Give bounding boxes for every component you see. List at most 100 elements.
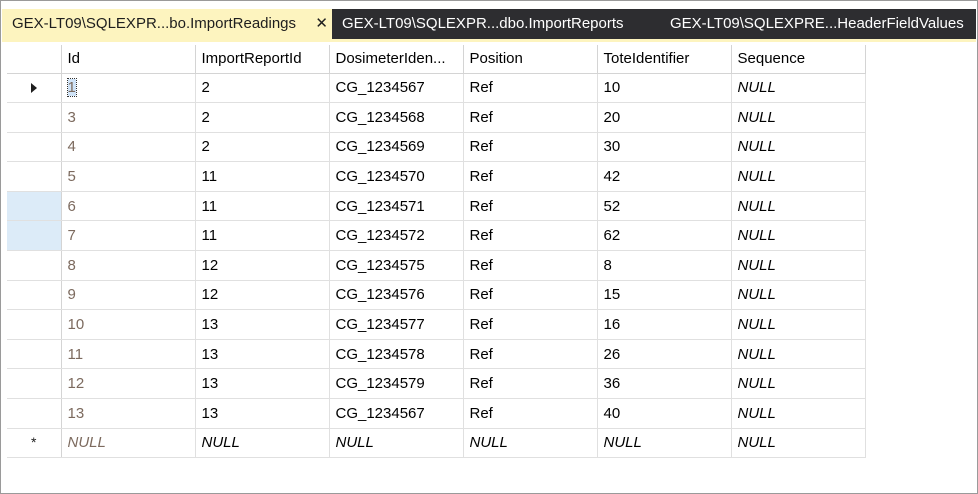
new-cell-import-report-id[interactable]: NULL bbox=[195, 428, 330, 459]
cell-position[interactable]: Ref bbox=[463, 73, 598, 104]
cell-position[interactable]: Ref bbox=[463, 368, 598, 400]
cell-tote-identifier[interactable]: 42 bbox=[597, 161, 732, 192]
cell-import-report-id[interactable]: 13 bbox=[195, 309, 330, 340]
cell-position[interactable]: Ref bbox=[463, 132, 598, 163]
new-cell-position[interactable]: NULL bbox=[463, 428, 598, 459]
cell-position[interactable]: Ref bbox=[463, 339, 598, 370]
table-row[interactable]: 5 11 CG_1234570 Ref 42 NULL bbox=[7, 161, 866, 192]
cell-tote-identifier[interactable]: 16 bbox=[597, 309, 732, 340]
cell-dosimeter-identifier[interactable]: CG_1234567 bbox=[329, 73, 464, 104]
table-row[interactable]: 7 11 CG_1234572 Ref 62 NULL bbox=[7, 220, 866, 252]
cell-tote-identifier[interactable]: 20 bbox=[597, 102, 732, 133]
tab-import-reports[interactable]: GEX-LT09\SQLEXPR...dbo.ImportReports bbox=[332, 9, 660, 39]
cell-dosimeter-identifier[interactable]: CG_1234578 bbox=[329, 339, 464, 370]
row-selector[interactable] bbox=[7, 220, 62, 252]
row-selector[interactable] bbox=[7, 102, 62, 133]
cell-dosimeter-identifier[interactable]: CG_1234579 bbox=[329, 368, 464, 400]
cell-tote-identifier[interactable]: 62 bbox=[597, 220, 732, 252]
cell-dosimeter-identifier[interactable]: CG_1234569 bbox=[329, 132, 464, 163]
row-selector[interactable] bbox=[7, 73, 62, 104]
row-selector[interactable] bbox=[7, 250, 62, 281]
row-selector[interactable] bbox=[7, 161, 62, 192]
cell-id[interactable]: 10 bbox=[61, 309, 196, 340]
tab-header-field-values[interactable]: GEX-LT09\SQLEXPRE...HeaderFieldValues bbox=[660, 9, 976, 39]
row-selector[interactable] bbox=[7, 339, 62, 370]
cell-sequence[interactable]: NULL bbox=[731, 102, 866, 133]
cell-import-report-id[interactable]: 13 bbox=[195, 398, 330, 429]
column-header-dosimeter-identifier[interactable]: DosimeterIden... bbox=[329, 45, 464, 74]
cell-id[interactable]: 4 bbox=[61, 132, 196, 163]
cell-id[interactable]: 7 bbox=[61, 220, 196, 252]
column-header-id[interactable]: Id bbox=[61, 45, 196, 74]
cell-position[interactable]: Ref bbox=[463, 398, 598, 429]
table-row[interactable]: 9 12 CG_1234576 Ref 15 NULL bbox=[7, 280, 866, 311]
cell-sequence[interactable]: NULL bbox=[731, 191, 866, 222]
cell-tote-identifier[interactable]: 40 bbox=[597, 398, 732, 429]
cell-dosimeter-identifier[interactable]: CG_1234575 bbox=[329, 250, 464, 281]
results-grid[interactable]: Id ImportReportId DosimeterIden... Posit… bbox=[7, 45, 866, 459]
row-selector[interactable] bbox=[7, 280, 62, 311]
column-header-position[interactable]: Position bbox=[463, 45, 598, 74]
cell-dosimeter-identifier[interactable]: CG_1234567 bbox=[329, 398, 464, 429]
cell-import-report-id[interactable]: 2 bbox=[195, 132, 330, 163]
cell-import-report-id[interactable]: 11 bbox=[195, 191, 330, 222]
cell-tote-identifier[interactable]: 52 bbox=[597, 191, 732, 222]
grid-corner[interactable] bbox=[7, 45, 62, 74]
row-selector[interactable] bbox=[7, 398, 62, 429]
new-row[interactable]: * NULL NULL NULL NULL NULL NULL bbox=[7, 428, 866, 459]
cell-import-report-id[interactable]: 2 bbox=[195, 102, 330, 133]
cell-position[interactable]: Ref bbox=[463, 161, 598, 192]
table-row[interactable]: 4 2 CG_1234569 Ref 30 NULL bbox=[7, 132, 866, 163]
new-cell-sequence[interactable]: NULL bbox=[731, 428, 866, 459]
cell-sequence[interactable]: NULL bbox=[731, 398, 866, 429]
column-header-tote-identifier[interactable]: ToteIdentifier bbox=[597, 45, 732, 74]
cell-import-report-id[interactable]: 13 bbox=[195, 339, 330, 370]
cell-id[interactable]: 11 bbox=[61, 339, 196, 370]
row-selector[interactable] bbox=[7, 368, 62, 400]
cell-position[interactable]: Ref bbox=[463, 191, 598, 222]
cell-tote-identifier[interactable]: 26 bbox=[597, 339, 732, 370]
cell-sequence[interactable]: NULL bbox=[731, 73, 866, 104]
column-header-import-report-id[interactable]: ImportReportId bbox=[195, 45, 330, 74]
tab-import-readings[interactable]: GEX-LT09\SQLEXPR...bo.ImportReadings ✕ bbox=[2, 9, 332, 39]
cell-sequence[interactable]: NULL bbox=[731, 309, 866, 340]
cell-import-report-id[interactable]: 11 bbox=[195, 161, 330, 192]
cell-tote-identifier[interactable]: 30 bbox=[597, 132, 732, 163]
cell-tote-identifier[interactable]: 8 bbox=[597, 250, 732, 281]
cell-sequence[interactable]: NULL bbox=[731, 161, 866, 192]
cell-dosimeter-identifier[interactable]: CG_1234576 bbox=[329, 280, 464, 311]
table-row[interactable]: 8 12 CG_1234575 Ref 8 NULL bbox=[7, 250, 866, 281]
new-cell-id[interactable]: NULL bbox=[61, 428, 196, 459]
row-selector[interactable]: * bbox=[7, 428, 62, 459]
cell-import-report-id[interactable]: 13 bbox=[195, 368, 330, 400]
cell-sequence[interactable]: NULL bbox=[731, 220, 866, 252]
table-row[interactable]: 11 13 CG_1234578 Ref 26 NULL bbox=[7, 339, 866, 370]
cell-position[interactable]: Ref bbox=[463, 280, 598, 311]
cell-position[interactable]: Ref bbox=[463, 220, 598, 252]
table-row[interactable]: 12 13 CG_1234579 Ref 36 NULL bbox=[7, 368, 866, 400]
cell-id[interactable]: 8 bbox=[61, 250, 196, 281]
cell-position[interactable]: Ref bbox=[463, 309, 598, 340]
cell-id[interactable]: 1 bbox=[61, 73, 196, 104]
cell-import-report-id[interactable]: 11 bbox=[195, 220, 330, 252]
cell-position[interactable]: Ref bbox=[463, 250, 598, 281]
cell-id[interactable]: 3 bbox=[61, 102, 196, 133]
table-row[interactable]: 1 2 CG_1234567 Ref 10 NULL bbox=[7, 73, 866, 104]
cell-import-report-id[interactable]: 12 bbox=[195, 250, 330, 281]
cell-sequence[interactable]: NULL bbox=[731, 250, 866, 281]
row-selector[interactable] bbox=[7, 309, 62, 340]
table-row[interactable]: 13 13 CG_1234567 Ref 40 NULL bbox=[7, 398, 866, 429]
cell-dosimeter-identifier[interactable]: CG_1234568 bbox=[329, 102, 464, 133]
cell-dosimeter-identifier[interactable]: CG_1234572 bbox=[329, 220, 464, 252]
new-cell-dosimeter-identifier[interactable]: NULL bbox=[329, 428, 464, 459]
cell-sequence[interactable]: NULL bbox=[731, 339, 866, 370]
cell-sequence[interactable]: NULL bbox=[731, 280, 866, 311]
row-selector[interactable] bbox=[7, 191, 62, 222]
row-selector[interactable] bbox=[7, 132, 62, 163]
cell-import-report-id[interactable]: 12 bbox=[195, 280, 330, 311]
new-cell-tote-identifier[interactable]: NULL bbox=[597, 428, 732, 459]
cell-dosimeter-identifier[interactable]: CG_1234577 bbox=[329, 309, 464, 340]
cell-id[interactable]: 12 bbox=[61, 368, 196, 400]
table-row[interactable]: 6 11 CG_1234571 Ref 52 NULL bbox=[7, 191, 866, 222]
cell-sequence[interactable]: NULL bbox=[731, 368, 866, 400]
